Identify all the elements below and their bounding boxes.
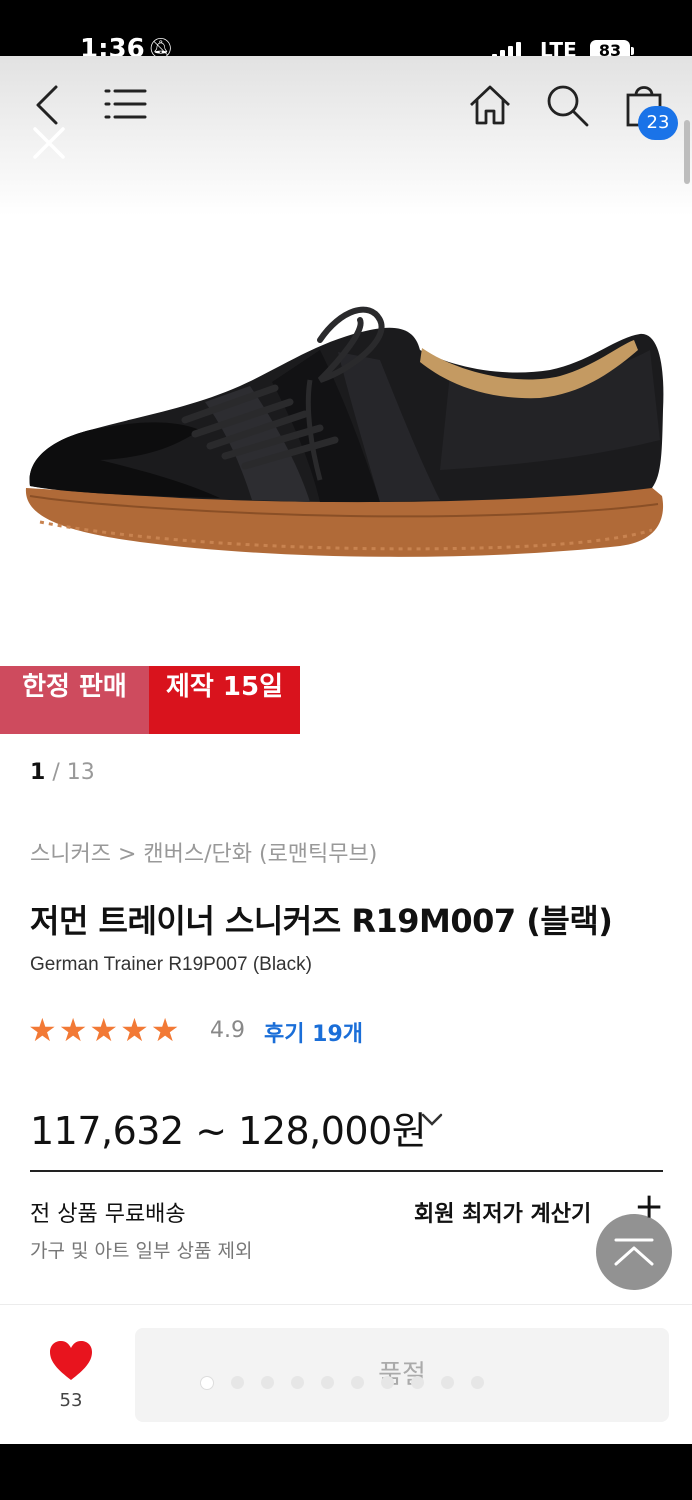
sneaker-image[interactable]	[20, 290, 680, 590]
star-icon: ★	[58, 1011, 88, 1049]
pagination-dot[interactable]	[351, 1376, 364, 1389]
scrollbar[interactable]	[684, 120, 690, 184]
scroll-to-top-button[interactable]	[596, 1214, 672, 1290]
member-price-calculator[interactable]: 회원 최저가 계산기	[414, 1196, 591, 1228]
product-subtitle: German Trainer R19P007 (Black)	[30, 954, 312, 975]
production-days-tag: 제작 15일	[149, 666, 300, 734]
search-icon	[547, 85, 589, 127]
status-bar: 1:36 🔕︎ LTE 83	[0, 0, 692, 64]
pagination-dot[interactable]	[471, 1376, 484, 1389]
product-title: 저먼 트레이너 스니커즈 R19M007 (블랙)	[30, 902, 613, 940]
chevron-down-icon[interactable]	[420, 1112, 444, 1128]
star-icon: ★	[28, 1011, 57, 1049]
rating-score: 4.9	[210, 1018, 245, 1043]
price-range[interactable]: 117,632 ~ 128,000원	[30, 1100, 427, 1155]
pagination-dot[interactable]	[291, 1376, 304, 1389]
search-button[interactable]	[544, 82, 590, 128]
star-icon: ★	[120, 1011, 149, 1049]
home-indicator-bar	[0, 1444, 692, 1500]
image-counter: 1 / 13	[30, 760, 95, 785]
image-counter-separator: /	[52, 760, 60, 785]
cart-count-badge[interactable]: 23	[638, 106, 678, 140]
limited-sale-tag: 한정 판매	[0, 666, 149, 734]
home-button[interactable]	[466, 82, 514, 128]
rating-stars: ★ ★ ★ ★ ★	[28, 1012, 179, 1048]
like-count: 53	[59, 1390, 83, 1411]
hamburger-icon	[104, 89, 147, 119]
image-counter-current: 1	[30, 760, 46, 785]
shipping-title: 전 상품 무료배송	[30, 1202, 186, 1227]
chevron-left-icon	[36, 85, 58, 125]
wishlist-button[interactable]	[48, 1340, 94, 1386]
home-icon	[470, 85, 510, 125]
heart-icon	[50, 1341, 92, 1380]
shipping-note: 가구 및 아트 일부 상품 제외	[30, 1240, 253, 1262]
arrow-up-icon	[614, 1238, 654, 1266]
pagination-dot[interactable]	[261, 1376, 274, 1389]
star-icon: ★	[89, 1011, 119, 1049]
pagination-dot[interactable]	[321, 1376, 334, 1389]
pagination-dot[interactable]	[441, 1376, 454, 1389]
back-button[interactable]	[30, 82, 64, 128]
star-icon: ★	[150, 1011, 180, 1049]
close-icon	[33, 127, 65, 159]
pagination-dot[interactable]	[200, 1376, 214, 1390]
close-button[interactable]	[30, 124, 68, 162]
soldout-button[interactable]: 품절	[135, 1328, 669, 1422]
header-gradient	[0, 56, 692, 216]
pagination-dot[interactable]	[231, 1376, 244, 1389]
pagination-dot[interactable]	[411, 1376, 424, 1389]
product-screen: 1:36 🔕︎ LTE 83 23 한정 판매 제작 15일 1 / 13 스니…	[0, 0, 692, 1500]
breadcrumb[interactable]: 스니커즈 > 캔버스/단화 (로맨틱무브)	[30, 836, 377, 868]
pagination-dot[interactable]	[381, 1376, 394, 1389]
reviews-link[interactable]: 후기 19개	[264, 1016, 363, 1048]
image-pagination-dots	[200, 1376, 484, 1390]
menu-button[interactable]	[102, 84, 148, 124]
divider	[30, 1170, 663, 1172]
image-counter-total: 13	[66, 760, 95, 785]
